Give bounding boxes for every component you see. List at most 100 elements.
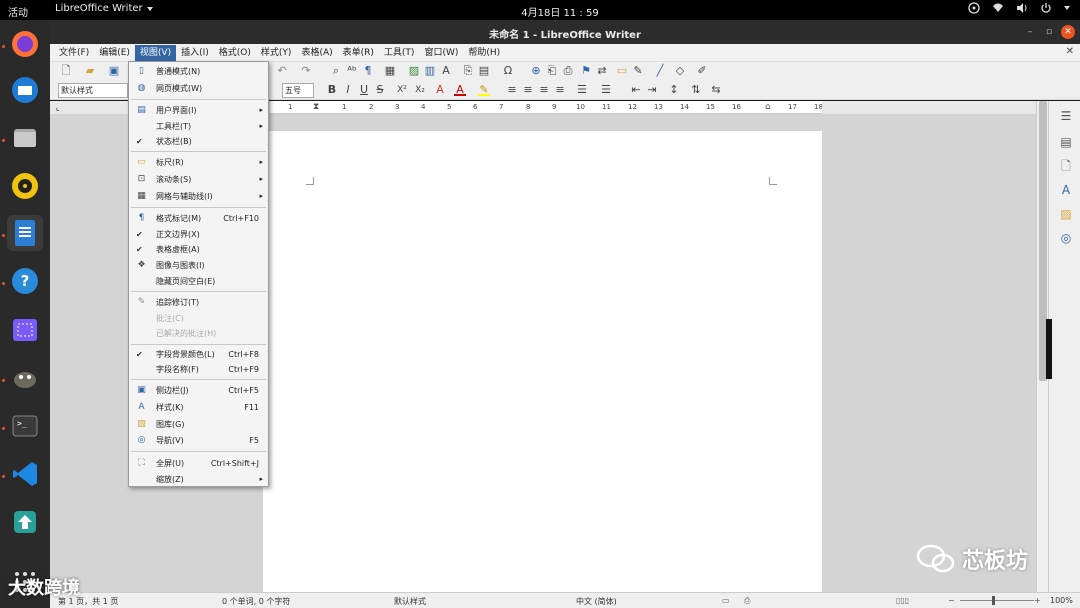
font-size-combo[interactable]: 五号 bbox=[282, 83, 314, 98]
cross-reference-icon[interactable]: ⇄ bbox=[596, 65, 608, 77]
menu-item-resolved-comments[interactable]: 已解决的批注(H) bbox=[129, 326, 268, 341]
activities-button[interactable]: 活动 bbox=[8, 4, 28, 19]
align-left-icon[interactable]: ≡ bbox=[506, 84, 518, 96]
highlight-icon[interactable]: ✎ bbox=[478, 84, 490, 96]
menu-window[interactable]: 窗口(W) bbox=[419, 45, 463, 61]
close-icon[interactable]: ✕ bbox=[1061, 25, 1075, 39]
menu-item-gallery[interactable]: ▨ 图库(G) bbox=[129, 417, 268, 432]
menu-file[interactable]: 文件(F) bbox=[54, 45, 94, 61]
maximize-icon[interactable]: ▫ bbox=[1042, 25, 1056, 39]
page-icon[interactable]: 🗋 bbox=[1059, 159, 1073, 173]
indent-decrease-icon[interactable]: ⇤ bbox=[630, 84, 642, 96]
paragraph-dialog-icon[interactable]: ⇆ bbox=[710, 84, 722, 96]
menu-format[interactable]: 格式(O) bbox=[214, 45, 256, 61]
firefox-icon[interactable] bbox=[7, 26, 43, 62]
menu-item-status-bar[interactable]: ✔ 状态栏(B) bbox=[129, 134, 268, 149]
superscript-button[interactable]: X² bbox=[394, 84, 410, 96]
insert-table-icon[interactable]: ▦ bbox=[384, 65, 396, 77]
menu-view[interactable]: 视图(V) bbox=[134, 44, 177, 61]
bullet-list-icon[interactable]: ☰ bbox=[576, 84, 588, 96]
menu-table[interactable]: 表格(A) bbox=[296, 45, 337, 61]
insert-textbox-icon[interactable]: A bbox=[440, 65, 452, 77]
styles-icon[interactable]: A bbox=[1059, 183, 1073, 197]
menu-item-sidebar[interactable]: ▣ 侧边栏(J) Ctrl+F5 bbox=[129, 383, 268, 398]
paragraph-spacing-icon[interactable]: ⇅ bbox=[690, 84, 702, 96]
properties-icon[interactable]: ▤ bbox=[1059, 135, 1073, 149]
menu-item-grid-guides[interactable]: ▦ 网格与辅助线(I) ▸ bbox=[129, 189, 268, 204]
gimp-icon[interactable] bbox=[7, 360, 43, 396]
libreoffice-writer-icon[interactable] bbox=[7, 215, 43, 251]
insert-image-icon[interactable]: ▨ bbox=[408, 65, 420, 77]
menu-edit[interactable]: 编辑(E) bbox=[94, 45, 135, 61]
bold-button[interactable]: B bbox=[326, 84, 338, 96]
insert-mode-icon[interactable]: ▭ bbox=[722, 596, 730, 605]
vscode-icon[interactable] bbox=[7, 456, 43, 492]
comment-icon[interactable]: ▭ bbox=[616, 65, 628, 77]
gallery-icon[interactable]: ▨ bbox=[1059, 207, 1073, 221]
menu-item-images-charts[interactable]: ❖ 图像与图表(I) bbox=[129, 258, 268, 273]
menu-item-user-interface[interactable]: ▤ 用户界面(I) ▸ bbox=[129, 103, 268, 118]
basic-shapes-icon[interactable]: ◇ bbox=[674, 65, 686, 77]
menu-form[interactable]: 表单(R) bbox=[338, 45, 379, 61]
indent-increase-icon[interactable]: ⇥ bbox=[646, 84, 658, 96]
italic-button[interactable]: I bbox=[342, 84, 354, 96]
insert-chart-icon[interactable]: ▥ bbox=[424, 65, 436, 77]
justify-icon[interactable]: ≡ bbox=[554, 84, 566, 96]
menu-item-hide-whitespace[interactable]: 隐藏页间空白(E) bbox=[129, 274, 268, 289]
menu-item-formatting-marks[interactable]: ¶ 格式标记(M) Ctrl+F10 bbox=[129, 211, 268, 226]
menu-item-zoom[interactable]: 缩放(Z) ▸ bbox=[129, 472, 268, 487]
align-center-icon[interactable]: ≡ bbox=[522, 84, 534, 96]
app-menu[interactable]: LibreOffice Writer bbox=[55, 3, 153, 14]
menu-item-field-names[interactable]: 字段名称(F) Ctrl+F9 bbox=[129, 362, 268, 377]
tab-stop-icon[interactable]: ⌞ bbox=[56, 103, 60, 112]
chevron-down-icon[interactable] bbox=[1064, 6, 1070, 10]
view-layout-icon[interactable]: ▯▯▯ bbox=[896, 596, 909, 605]
window-titlebar[interactable]: 未命名 1 - LibreOffice Writer – ▫ ✕ bbox=[50, 20, 1080, 44]
menu-insert[interactable]: 插入(I) bbox=[176, 45, 214, 61]
accessibility-icon[interactable] bbox=[968, 2, 980, 14]
save-icon[interactable]: ▣ bbox=[108, 65, 120, 77]
sidebar-collapse-handle[interactable] bbox=[1046, 319, 1052, 379]
menu-item-web-view[interactable]: ◍ 网页模式(W) bbox=[129, 81, 268, 96]
word-count[interactable]: 0 个单词, 0 个字符 bbox=[222, 596, 290, 607]
draw-functions-icon[interactable]: ✐ bbox=[696, 65, 708, 77]
indent-marker-icon[interactable]: ⧗ bbox=[313, 102, 319, 112]
menu-styles[interactable]: 样式(Y) bbox=[256, 45, 297, 61]
files-icon[interactable] bbox=[7, 120, 43, 156]
redo-icon[interactable]: ↷ bbox=[300, 65, 312, 77]
right-indent-marker-icon[interactable]: ⌂ bbox=[765, 102, 771, 112]
menu-item-normal-view[interactable]: ▯ 普通模式(N) bbox=[129, 64, 268, 79]
strikethrough-button[interactable]: S bbox=[374, 84, 386, 96]
clear-formatting-icon[interactable]: A bbox=[434, 84, 446, 96]
line-icon[interactable]: ╱ bbox=[654, 65, 666, 77]
zoom-slider-thumb[interactable] bbox=[992, 596, 995, 605]
menu-item-scrollbars[interactable]: ⊡ 滚动条(S) ▸ bbox=[129, 172, 268, 187]
menu-item-navigator[interactable]: ◎ 导航(V) F5 bbox=[129, 433, 268, 448]
menu-tools[interactable]: 工具(T) bbox=[379, 45, 420, 61]
bookmark-icon[interactable]: ⚑ bbox=[580, 65, 592, 77]
open-folder-icon[interactable]: ▰ bbox=[84, 65, 96, 77]
track-changes-icon[interactable]: ✎ bbox=[632, 65, 644, 77]
zoom-out-icon[interactable]: − bbox=[948, 596, 955, 605]
help-icon[interactable]: ? bbox=[7, 263, 43, 299]
hyperlink-icon[interactable]: ⊕ bbox=[530, 65, 542, 77]
minimize-icon[interactable]: – bbox=[1023, 25, 1037, 39]
wifi-icon[interactable] bbox=[992, 2, 1004, 14]
system-tray[interactable] bbox=[968, 2, 1070, 14]
power-icon[interactable] bbox=[1040, 2, 1052, 14]
software-updater-icon[interactable] bbox=[7, 504, 43, 540]
menu-item-track-changes[interactable]: ✎ 追踪修订(T) bbox=[129, 295, 268, 310]
formatting-marks-icon[interactable]: ¶ bbox=[362, 65, 374, 77]
paragraph-style-combo[interactable]: 默认样式 bbox=[58, 83, 128, 98]
close-document-icon[interactable]: ✕ bbox=[1066, 46, 1074, 57]
numbered-list-icon[interactable]: ☰ bbox=[600, 84, 612, 96]
menu-item-ruler[interactable]: ▭ 标尺(R) ▸ bbox=[129, 155, 268, 170]
insert-field-icon[interactable]: ▤ bbox=[478, 65, 490, 77]
spellcheck-icon[interactable]: ᴬᵇ bbox=[346, 65, 358, 77]
menu-item-text-boundaries[interactable]: ✔ 正文边界(X) bbox=[129, 227, 268, 242]
subscript-button[interactable]: X₂ bbox=[412, 84, 428, 96]
menu-help[interactable]: 帮助(H) bbox=[463, 45, 505, 61]
zoom-in-icon[interactable]: + bbox=[1034, 596, 1041, 605]
signature-icon[interactable]: ⎙ bbox=[744, 596, 750, 606]
menu-item-comments[interactable]: 批注(C) bbox=[129, 311, 268, 326]
